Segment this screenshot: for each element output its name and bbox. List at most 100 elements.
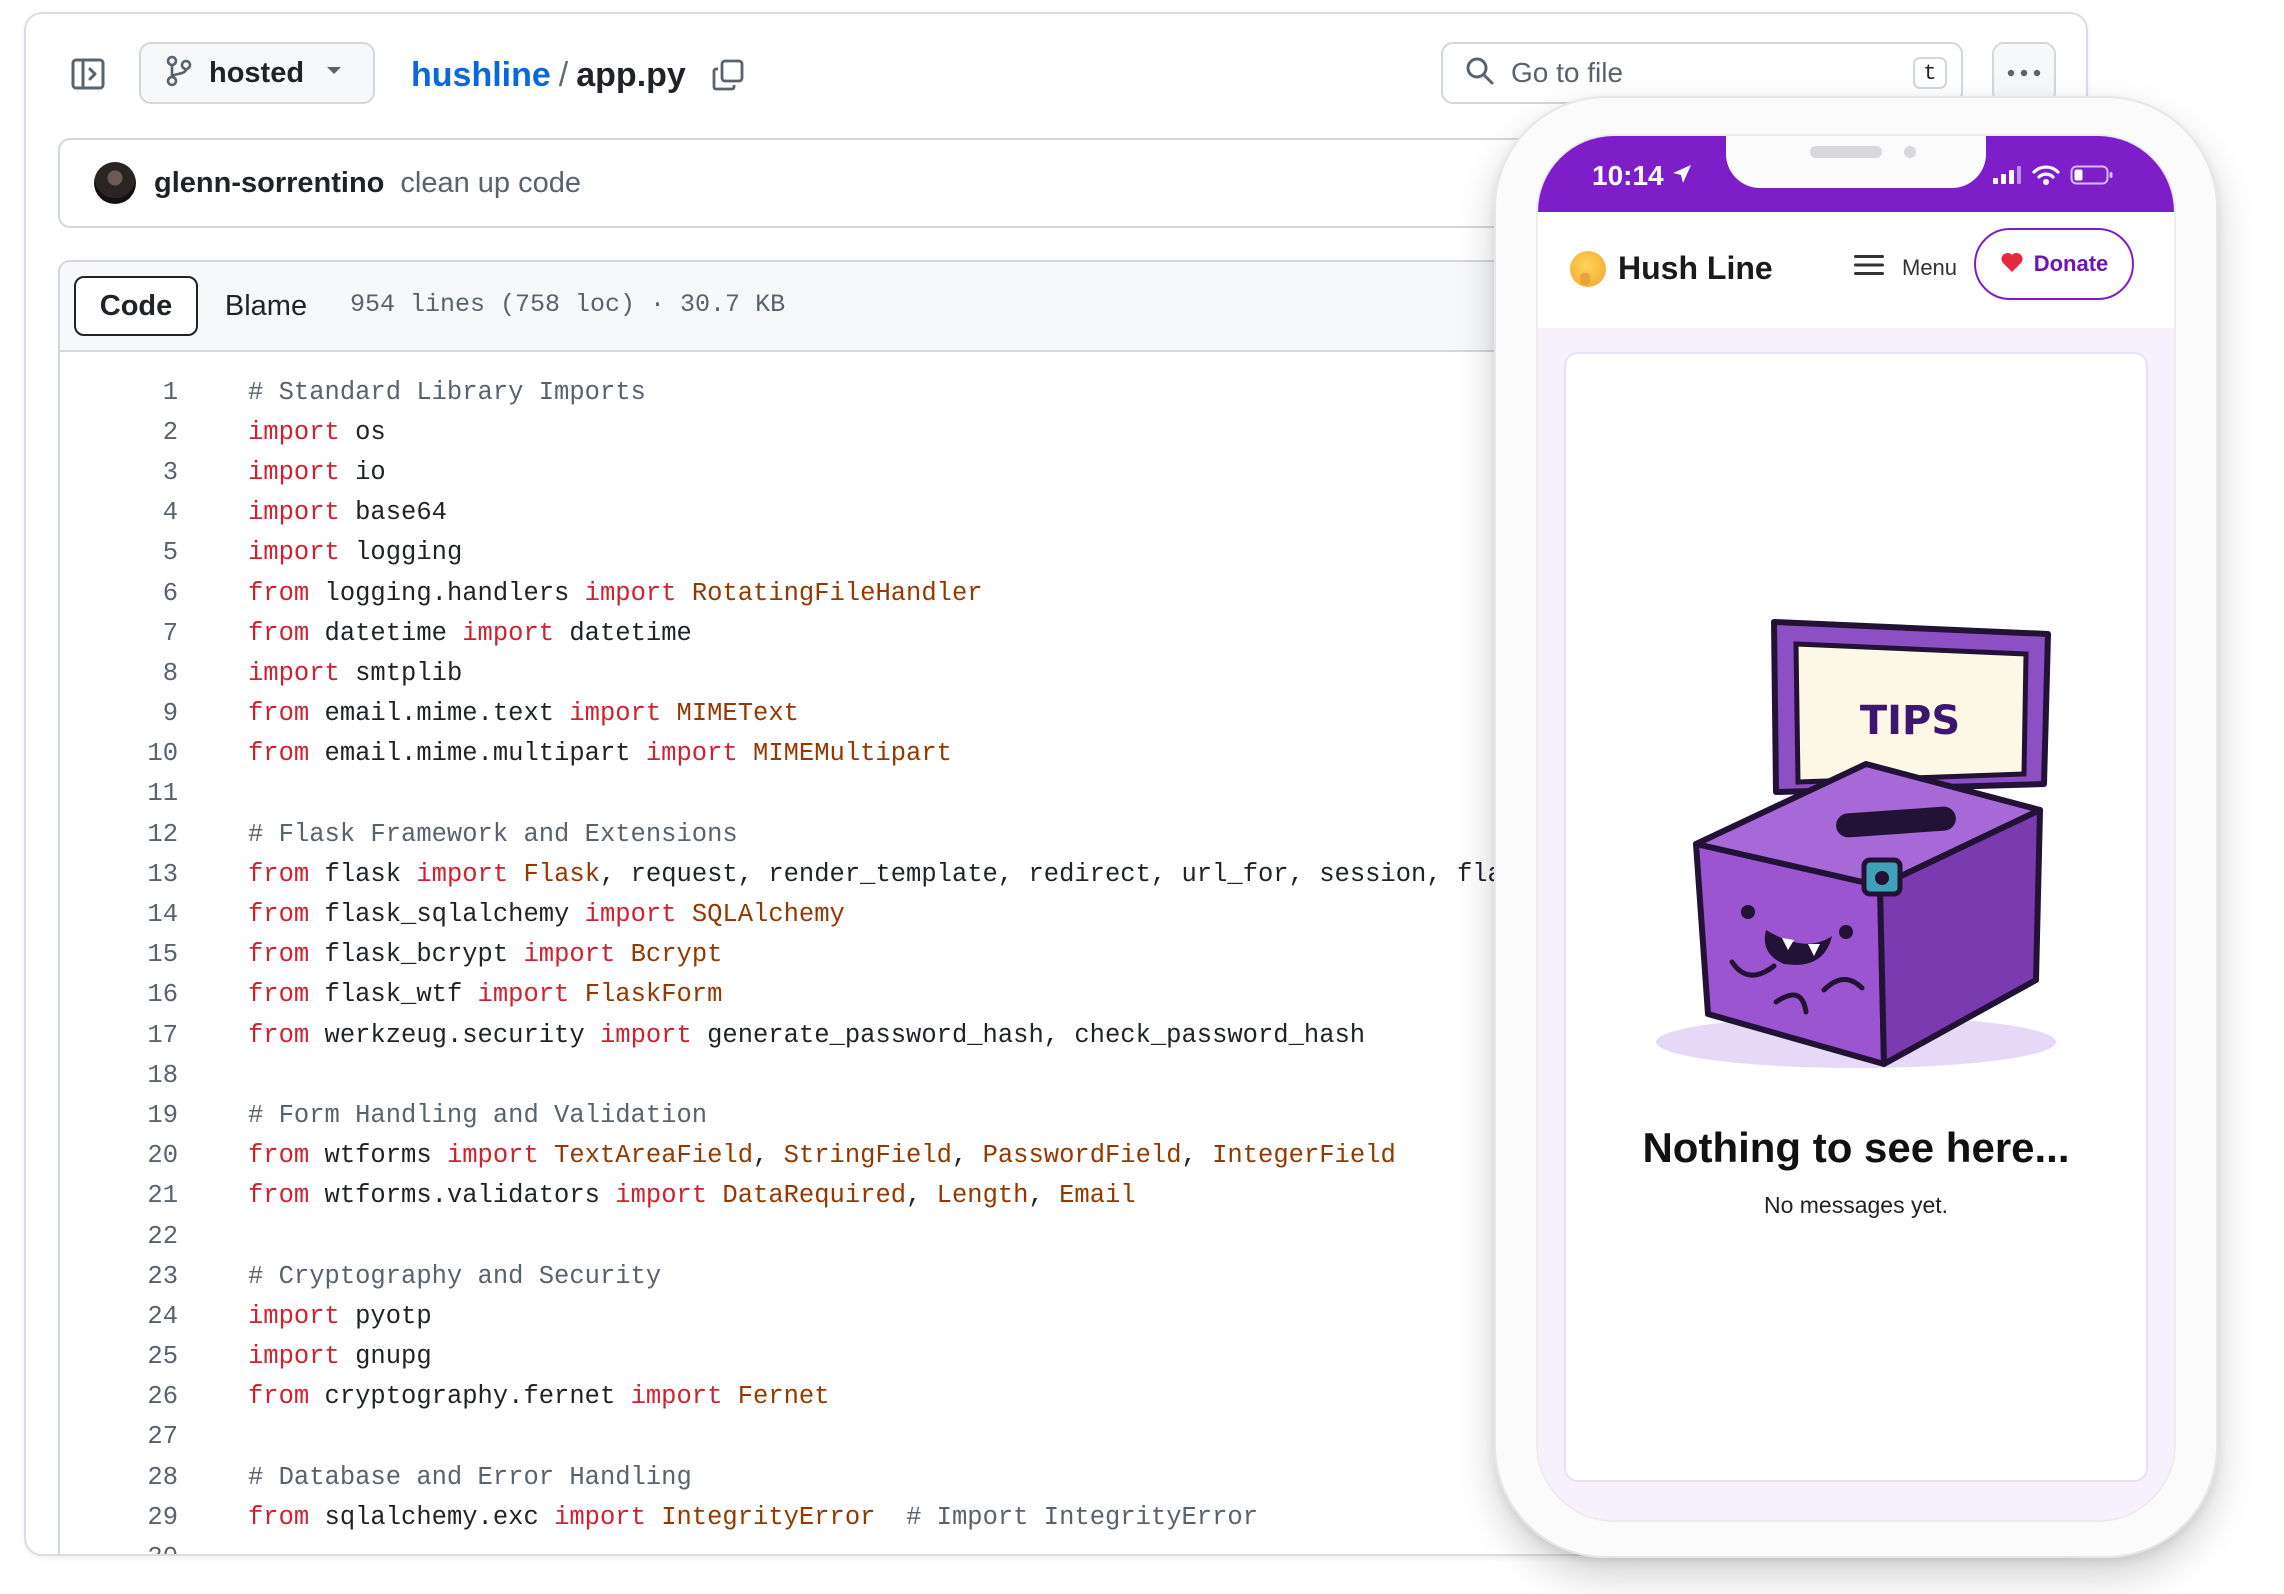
donate-label: Donate: [2033, 251, 2109, 276]
line-number[interactable]: 15: [60, 940, 178, 969]
line-number[interactable]: 12: [60, 820, 178, 849]
app-header: Hush Line Menu Donate: [1538, 212, 2174, 328]
code-token: import: [462, 618, 555, 648]
phone-mockup: 10:14 Hush Line Menu Donate TIPS Nothing…: [1494, 96, 2218, 1558]
code-token: io: [339, 457, 386, 487]
code-token: # Cryptography and Security: [248, 1261, 662, 1291]
code-token: IntegerField: [1212, 1141, 1396, 1171]
donate-button[interactable]: Donate: [1974, 228, 2134, 300]
line-number[interactable]: 19: [60, 1101, 178, 1130]
code-text: # Cryptography and Security: [248, 1262, 661, 1291]
line-number[interactable]: 11: [60, 779, 178, 808]
go-to-file-input[interactable]: Go to file t: [1441, 42, 1963, 104]
code-token: MIMEText: [676, 699, 799, 729]
status-time: 10:14: [1592, 160, 1664, 191]
line-number[interactable]: 18: [60, 1061, 178, 1090]
code-token: ,: [906, 1181, 937, 1211]
code-text: from flask_sqlalchemy import SQLAlchemy: [248, 900, 845, 929]
line-number[interactable]: 2: [60, 418, 178, 447]
code-token: IntegrityError: [661, 1502, 876, 1532]
line-number[interactable]: 22: [60, 1222, 178, 1251]
line-number[interactable]: 6: [60, 579, 178, 608]
brand-logo[interactable]: Hush Line: [1570, 250, 1773, 287]
line-number[interactable]: 26: [60, 1382, 178, 1411]
empty-state-title: Nothing to see here...: [1642, 1124, 2070, 1171]
code-text: from wtforms import TextAreaField, Strin…: [248, 1141, 1396, 1170]
code-text: from flask_bcrypt import Bcrypt: [248, 940, 722, 969]
tab-blame[interactable]: Blame: [198, 276, 334, 336]
code-text: from sqlalchemy.exc import IntegrityErro…: [248, 1503, 1258, 1532]
code-token: import: [645, 739, 738, 769]
line-number[interactable]: 13: [60, 860, 178, 889]
code-text: from wtforms.validators import DataRequi…: [248, 1181, 1136, 1210]
line-number[interactable]: 16: [60, 980, 178, 1009]
line-number[interactable]: 27: [60, 1422, 178, 1451]
line-number[interactable]: 29: [60, 1503, 178, 1532]
code-token: Length: [936, 1181, 1029, 1211]
branch-selector-button[interactable]: hosted: [139, 42, 375, 104]
wifi-icon: [2032, 164, 2060, 191]
file-stats: 954 lines (758 loc) · 30.7 KB: [350, 290, 786, 319]
line-number[interactable]: 3: [60, 458, 178, 487]
status-time-group: 10:14: [1592, 160, 1693, 192]
code-text: from werkzeug.security import generate_p…: [248, 1021, 1365, 1050]
code-text: # Form Handling and Validation: [248, 1101, 707, 1130]
code-token: flask_wtf: [309, 980, 478, 1010]
commit-author[interactable]: glenn-sorrentino: [154, 167, 384, 200]
line-number[interactable]: 25: [60, 1342, 178, 1371]
front-camera: [1904, 146, 1916, 158]
line-number[interactable]: 9: [60, 699, 178, 728]
tab-code[interactable]: Code: [74, 276, 198, 336]
code-token: import: [248, 1301, 340, 1331]
code-token: from: [248, 1502, 310, 1532]
code-token: from: [248, 980, 310, 1010]
line-number[interactable]: 23: [60, 1262, 178, 1291]
branch-icon: [165, 55, 193, 92]
line-number[interactable]: 21: [60, 1181, 178, 1210]
code-token: DataRequired: [722, 1181, 907, 1211]
code-token: datetime: [554, 618, 692, 648]
search-placeholder: Go to file: [1511, 57, 1624, 88]
code-token: email.mime.multipart: [309, 739, 646, 769]
code-token: PasswordField: [982, 1141, 1182, 1171]
line-number[interactable]: 24: [60, 1302, 178, 1331]
code-token: from: [248, 1141, 310, 1171]
commit-message[interactable]: clean up code: [400, 167, 581, 200]
line-number[interactable]: 10: [60, 739, 178, 768]
menu-button[interactable]: Menu: [1854, 254, 1957, 281]
line-number[interactable]: 20: [60, 1141, 178, 1170]
code-token: import: [248, 417, 340, 447]
code-token: cryptography.fernet: [309, 1382, 631, 1412]
code-token: werkzeug.security: [309, 1020, 600, 1050]
line-number[interactable]: 28: [60, 1463, 178, 1492]
search-icon: [1465, 56, 1495, 91]
battery-icon: [2070, 164, 2114, 191]
code-token: Fernet: [737, 1382, 830, 1412]
copy-icon[interactable]: [708, 55, 748, 95]
line-number[interactable]: 1: [60, 378, 178, 407]
code-token: from: [248, 699, 310, 729]
code-text: from flask import Flask, request, render…: [248, 860, 1533, 889]
line-number[interactable]: 4: [60, 498, 178, 527]
code-token: from: [248, 739, 310, 769]
line-number[interactable]: 17: [60, 1021, 178, 1050]
line-number[interactable]: 30: [60, 1543, 178, 1554]
code-token: import: [248, 538, 340, 568]
code-token: import: [416, 859, 509, 889]
code-token: FlaskForm: [584, 980, 723, 1010]
line-number[interactable]: 5: [60, 538, 178, 567]
avatar[interactable]: [94, 162, 136, 204]
chevron-down-icon: [324, 64, 344, 82]
line-number[interactable]: 14: [60, 900, 178, 929]
status-icons: [1992, 164, 2114, 191]
code-text: import pyotp: [248, 1302, 432, 1331]
sidebar-toggle-icon[interactable]: [68, 54, 108, 94]
repo-link[interactable]: hushline: [411, 56, 551, 95]
line-number[interactable]: 8: [60, 659, 178, 688]
code-token: Bcrypt: [630, 940, 723, 970]
line-number[interactable]: 7: [60, 619, 178, 648]
kebab-icon[interactable]: [1992, 42, 2056, 104]
